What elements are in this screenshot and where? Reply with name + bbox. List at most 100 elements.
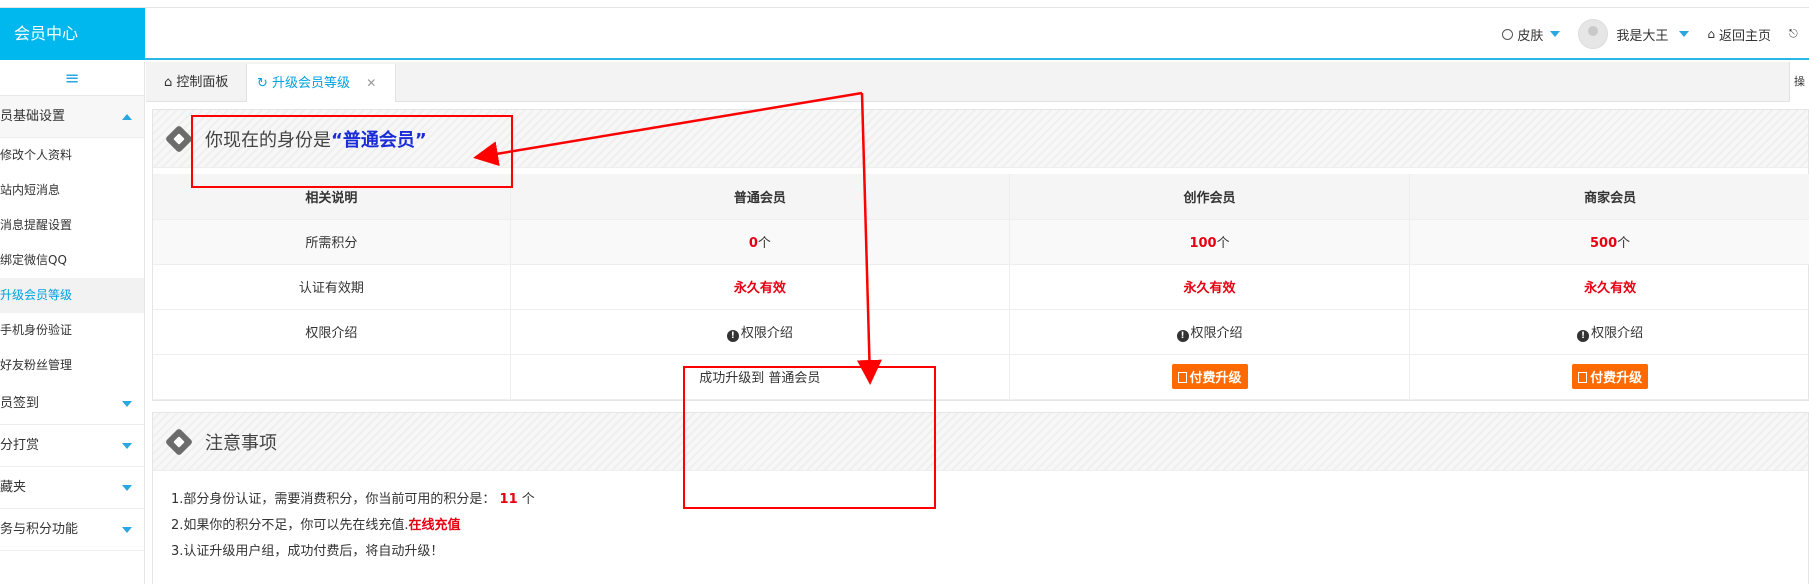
sidebar-group-reward[interactable]: 分打赏	[0, 425, 144, 467]
sidebar-item-messages[interactable]: 站内短消息	[0, 173, 144, 208]
note-line: 3.认证升级用户组，成功付费后，将自动升级！	[171, 544, 444, 559]
points-value: 0	[748, 236, 758, 251]
tab-actions-button[interactable]: 操	[1789, 62, 1809, 102]
pay-label: 付费升级	[1189, 371, 1242, 386]
points-unit: 个	[757, 236, 771, 251]
points-value: 100	[1189, 236, 1217, 251]
pay-upgrade-button[interactable]: 付费升级	[1171, 364, 1248, 389]
avatar	[1578, 19, 1609, 49]
tab-dashboard[interactable]: ⌂ 控制面板	[154, 64, 238, 102]
points-value: 500	[1590, 236, 1618, 251]
perm-link[interactable]: ! 权限介绍	[726, 326, 793, 342]
home-icon: ⌂	[164, 75, 173, 90]
sidebar-group-basic-settings[interactable]: 员基础设置	[0, 96, 144, 138]
sidebar: ≡ 员基础设置 修改个人资料 站内短消息 消息提醒设置 绑定微信QQ 升级会员等…	[0, 62, 145, 584]
exit-icon[interactable]: ⎋	[1789, 27, 1803, 41]
sidebar-group-tasks-points[interactable]: 务与积分功能	[0, 509, 144, 551]
notes-panel: 注意事项 1.部分身份认证，需要消费积分，你当前可用的积分是： 11 个 2.如…	[152, 412, 1809, 584]
sidebar-item-bind-wechat-qq[interactable]: 绑定微信QQ	[0, 243, 144, 278]
perm-cell: ! 权限介绍	[1008, 309, 1410, 355]
menu-icon[interactable]: ≡	[0, 62, 144, 96]
points-unit: 个	[1216, 236, 1230, 251]
close-icon[interactable]: ✕	[366, 76, 376, 90]
sidebar-item-edit-profile[interactable]: 修改个人资料	[0, 138, 144, 173]
sidebar-group-checkin[interactable]: 员签到	[0, 383, 144, 425]
sidebar-group-label: 藏夹	[0, 480, 27, 495]
tab-label: 控制面板	[176, 75, 229, 90]
bookmark-bar	[0, 0, 1809, 8]
diamond-icon	[164, 124, 194, 153]
tab-label: 升级会员等级	[272, 76, 351, 91]
chevron-down-icon	[122, 401, 132, 407]
row-label: 权限介绍	[153, 309, 511, 355]
perm-cell: ! 权限介绍	[509, 309, 1010, 355]
document-icon	[1177, 372, 1187, 383]
perm-link[interactable]: ! 权限介绍	[1577, 325, 1644, 342]
row-label: 所需积分	[153, 219, 511, 265]
table-row: 所需积分 0个 100个 500个	[153, 219, 1809, 265]
top-header: 会员中心 皮肤 我是大王 ⌂ 返回主页 ⎋	[0, 8, 1809, 60]
validity-cell: 永久有效	[1008, 264, 1410, 310]
validity-value: 永久有效	[733, 281, 786, 296]
chevron-up-icon	[122, 114, 132, 120]
notes-title: 注意事项	[205, 432, 277, 454]
chevron-down-icon	[1550, 31, 1561, 37]
note-text: 1.部分身份认证，需要消费积分，你当前可用的积分是：	[171, 492, 496, 507]
pay-upgrade-button[interactable]: 付费升级	[1572, 364, 1649, 389]
perm-link-label: 权限介绍	[1190, 325, 1243, 341]
row-label-empty	[153, 354, 511, 400]
sidebar-group-label: 务与积分功能	[0, 522, 79, 537]
column-header: 普通会员	[509, 174, 1010, 220]
note-line: 1.部分身份认证，需要消费积分，你当前可用的积分是： 11 个	[171, 487, 1790, 513]
info-icon: !	[1176, 329, 1189, 342]
pay-label: 付费升级	[1590, 371, 1643, 386]
sidebar-group-favorites[interactable]: 藏夹	[0, 467, 144, 509]
chevron-down-icon	[1679, 31, 1690, 37]
perm-link-label: 权限介绍	[1591, 325, 1644, 341]
chevron-down-icon	[122, 443, 132, 449]
sidebar-item-friends-fans[interactable]: 好友粉丝管理	[0, 348, 144, 383]
home-icon: ⌂	[1707, 27, 1715, 41]
sidebar-item-phone-verify[interactable]: 手机身份验证	[0, 313, 144, 348]
chevron-down-icon	[122, 527, 132, 533]
user-menu[interactable]: 我是大王	[1578, 19, 1690, 49]
available-points: 11	[499, 492, 518, 507]
notes-body: 1.部分身份认证，需要消费积分，你当前可用的积分是： 11 个 2.如果你的积分…	[153, 471, 1808, 581]
info-icon: !	[726, 329, 739, 342]
column-header: 创作会员	[1008, 174, 1410, 220]
recharge-link[interactable]: 在线充值	[409, 518, 461, 533]
brand-title[interactable]: 会员中心	[0, 8, 145, 60]
info-icon: !	[1577, 329, 1590, 342]
refresh-icon: ↻	[257, 76, 268, 91]
levels-table: 相关说明 普通会员 创作会员 商家会员 所需积分 0个 100个 500个 认证…	[153, 174, 1809, 400]
sidebar-item-notify-settings[interactable]: 消息提醒设置	[0, 208, 144, 243]
notes-panel-header: 注意事项	[153, 413, 1808, 471]
points-cell: 0个	[509, 219, 1010, 265]
tab-upgrade-level[interactable]: ↻ 升级会员等级 ✕	[246, 64, 396, 102]
diamond-icon	[164, 427, 194, 456]
sidebar-item-upgrade-level[interactable]: 升级会员等级	[0, 278, 144, 313]
note-unit: 个	[521, 492, 535, 507]
column-header: 商家会员	[1409, 174, 1809, 220]
note-text: 2.如果你的积分不足，你可以先在线充值.	[171, 518, 409, 533]
points-cell: 500个	[1409, 219, 1809, 265]
skin-selector[interactable]: 皮肤	[1502, 25, 1561, 44]
row-label: 认证有效期	[153, 264, 511, 310]
validity-cell: 永久有效	[509, 264, 1010, 310]
table-row: 认证有效期 永久有效 永久有效 永久有效	[153, 264, 1809, 310]
validity-value: 永久有效	[1183, 281, 1236, 296]
annotation-box-identity	[191, 115, 513, 188]
sidebar-group-label: 分打赏	[0, 438, 40, 453]
perm-link[interactable]: ! 权限介绍	[1176, 325, 1243, 342]
home-link[interactable]: ⌂ 返回主页	[1707, 25, 1771, 44]
circle-icon	[1502, 28, 1514, 40]
table-row: 成功升级到 普通会员 付费升级 付费升级	[153, 354, 1809, 400]
points-unit: 个	[1617, 236, 1631, 251]
tab-bar: ⌂ 控制面板 ↻ 升级会员等级 ✕ 操	[146, 62, 1809, 102]
annotation-box-status	[683, 366, 936, 509]
table-row: 权限介绍 ! 权限介绍 ! 权限介绍 ! 权限介绍	[153, 309, 1809, 355]
chevron-down-icon	[122, 485, 132, 491]
validity-value: 永久有效	[1584, 281, 1637, 296]
note-line: 2.如果你的积分不足，你可以先在线充值.在线充值	[171, 513, 1790, 539]
user-name: 我是大王	[1616, 28, 1669, 44]
